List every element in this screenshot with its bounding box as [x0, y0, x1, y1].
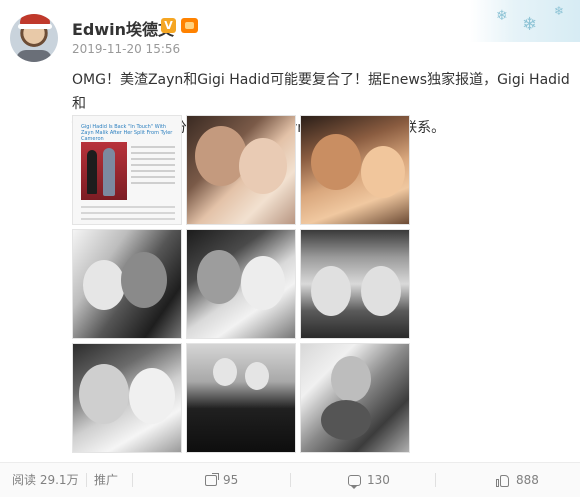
post-text-line: OMG！美渣Zayn和Gigi Hadid可能要复合了！据Enews独家报道，G…: [72, 72, 570, 112]
like-button[interactable]: 888: [496, 473, 539, 487]
photo-couple-bw-hug[interactable]: [300, 343, 410, 453]
member-icon[interactable]: [181, 18, 198, 33]
forward-count: 95: [223, 473, 239, 487]
verified-badge-icon: V: [161, 18, 176, 33]
photo-face: [79, 364, 129, 424]
photo-face: [331, 356, 371, 402]
photo-face: [197, 250, 241, 304]
photo-article-screenshot[interactable]: Gigi Hadid Is Back "In Touch" With Zayn …: [72, 115, 182, 225]
promote-button[interactable]: 推广: [94, 473, 118, 487]
photo-couple-selfie-2[interactable]: [300, 115, 410, 225]
photo-couple-selfie-1[interactable]: [186, 115, 296, 225]
article-text-lines: [131, 146, 175, 188]
comment-count: 130: [367, 473, 390, 487]
photo-face: [195, 126, 247, 186]
photo-face: [213, 358, 237, 386]
photo-face: [83, 260, 125, 310]
avatar-shirt: [16, 50, 52, 62]
photo-face: [239, 138, 287, 194]
comment-icon: [348, 475, 361, 489]
divider: [290, 473, 291, 487]
holiday-decoration: ❄ ❄ ❄: [470, 0, 580, 42]
photo-face: [241, 256, 285, 310]
article-figure: [103, 148, 115, 196]
read-count: 阅读 29.1万: [12, 473, 79, 487]
santa-hat-trim: [18, 24, 52, 29]
article-figure: [87, 150, 97, 194]
photo-face: [321, 400, 371, 440]
user-avatar[interactable]: [10, 14, 58, 62]
snowflake-icon: ❄: [522, 14, 538, 35]
snowflake-icon: ❄: [554, 4, 565, 18]
photo-couple-bw-2[interactable]: [186, 229, 296, 339]
forward-icon: [205, 473, 219, 486]
forward-button[interactable]: 95: [205, 473, 238, 487]
comment-button[interactable]: 130: [348, 473, 390, 489]
divider: [435, 473, 436, 487]
photo-couple-bw-1[interactable]: [72, 229, 182, 339]
photo-face: [245, 362, 269, 390]
post-header: Edwin埃德文 V 2019-11-20 15:56 ❄ ❄ ❄: [0, 0, 580, 62]
photo-face: [361, 146, 405, 198]
read-count-value: 29.1万: [39, 473, 79, 487]
photo-grid: Gigi Hadid Is Back "In Touch" With Zayn …: [72, 115, 410, 453]
divider: [132, 473, 133, 487]
username[interactable]: Edwin埃德文: [72, 16, 174, 40]
photo-face: [311, 134, 361, 190]
like-icon: [496, 474, 510, 487]
photo-face: [361, 266, 401, 316]
like-count: 888: [516, 473, 539, 487]
article-text-lines: [81, 206, 175, 224]
article-headline: Gigi Hadid Is Back "In Touch" With Zayn …: [81, 124, 173, 142]
action-bar: 阅读 29.1万 推广 95 130 888: [0, 462, 580, 497]
photo-face: [311, 266, 351, 316]
divider: [86, 473, 87, 487]
photo-face: [129, 368, 175, 424]
photo-couple-bw-mirror[interactable]: [300, 229, 410, 339]
photo-couple-bw-3[interactable]: [72, 343, 182, 453]
photo-couple-bw-street[interactable]: [186, 343, 296, 453]
photo-face: [121, 252, 167, 308]
snowflake-icon: ❄: [496, 8, 508, 24]
post-timestamp[interactable]: 2019-11-20 15:56: [72, 42, 180, 56]
read-label: 阅读: [12, 473, 37, 487]
